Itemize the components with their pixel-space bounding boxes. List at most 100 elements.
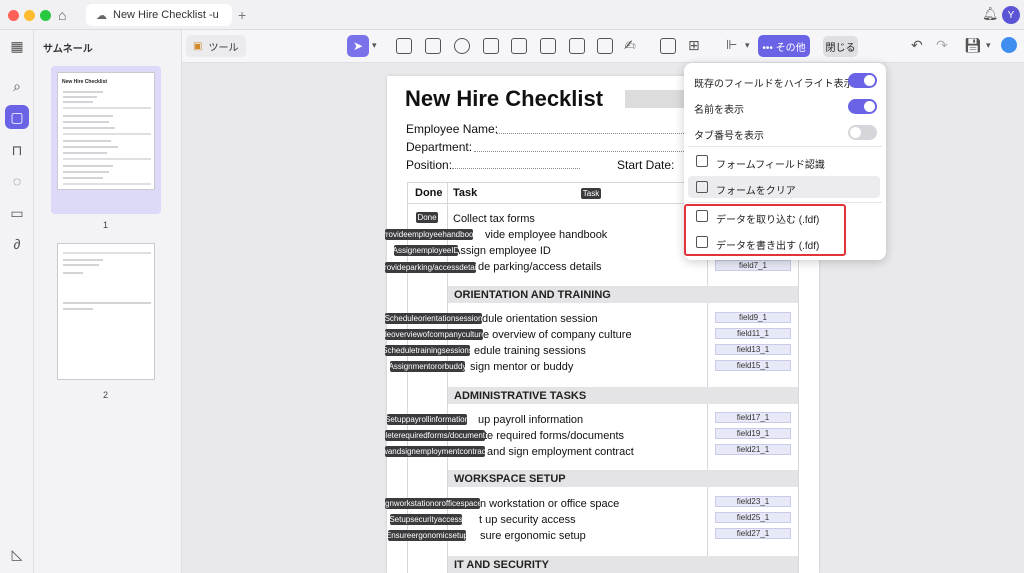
- form-field[interactable]: field27_1: [715, 528, 791, 539]
- text-field-tool-icon[interactable]: [396, 38, 412, 54]
- page-number-1: 1: [103, 220, 109, 230]
- app-logo-icon[interactable]: [1001, 37, 1017, 53]
- field-name-tag[interactable]: wandsignemploymentcontract: [385, 446, 485, 457]
- done-field-tag[interactable]: Done: [416, 212, 438, 223]
- tools-button[interactable]: ▣ ツール: [186, 35, 246, 57]
- field-name-tag[interactable]: Assignmentororbuddy: [390, 361, 465, 372]
- form-field[interactable]: field13_1: [715, 344, 791, 355]
- highlight-box: [684, 204, 846, 256]
- task-text: Collect tax forms: [453, 213, 535, 225]
- form-field[interactable]: field9_1: [715, 312, 791, 323]
- signature-tool-icon[interactable]: ✍: [624, 37, 636, 54]
- field-name-tag[interactable]: deoverviewofcompanyculture: [385, 329, 483, 340]
- start-date-label: Start Date:: [617, 158, 675, 172]
- save-icon[interactable]: 💾︎: [964, 37, 982, 54]
- plus-icon[interactable]: +: [238, 7, 246, 23]
- task-text: n workstation or office space: [480, 498, 620, 510]
- home-icon[interactable]: ⌂: [58, 7, 74, 23]
- task-text: dule orientation session: [482, 313, 598, 325]
- paperclip-icon[interactable]: ∂: [9, 236, 25, 252]
- avatar[interactable]: Y: [1002, 6, 1020, 24]
- col-task: Task: [453, 187, 478, 199]
- date-tool-icon[interactable]: [597, 38, 613, 54]
- department-label: Department:: [406, 140, 473, 154]
- task-field-tag[interactable]: Task: [581, 188, 601, 199]
- form-field[interactable]: field7_1: [715, 260, 791, 271]
- field-name-tag[interactable]: Setupsecurityaccess: [390, 514, 462, 525]
- zoom-window-button[interactable]: [40, 10, 51, 21]
- comment-icon[interactable]: ◌: [9, 173, 25, 189]
- align-chevron-icon[interactable]: ▾: [745, 40, 750, 51]
- layers-icon[interactable]: ◺: [9, 546, 25, 562]
- thumbnail-panel-title: サムネール: [43, 44, 93, 55]
- task-text: e overview of company culture: [483, 329, 632, 341]
- button-tool-icon[interactable]: [540, 38, 556, 54]
- position-label: Position:: [406, 158, 453, 172]
- form-field[interactable]: field15_1: [715, 360, 791, 371]
- field-name-tag[interactable]: Provideparking/accessdetails: [385, 262, 476, 273]
- select-tool-button[interactable]: ➤: [347, 35, 369, 57]
- field-name-tag[interactable]: Ensureergonomicsetup: [388, 530, 466, 541]
- grid-tool-icon[interactable]: ⊞: [688, 37, 700, 54]
- document-tab[interactable]: ☁ New Hire Checklist -u: [86, 4, 232, 26]
- checkbox-tool-icon[interactable]: [425, 38, 441, 54]
- employee-name-label: Employee Name:: [406, 122, 499, 136]
- close-window-button[interactable]: [8, 10, 19, 21]
- highlight-fields-label: 既存のフィールドをハイライト表示: [694, 79, 854, 90]
- form-field[interactable]: field19_1: [715, 428, 791, 439]
- form-field[interactable]: field21_1: [715, 444, 791, 455]
- menu-separator: [688, 146, 882, 147]
- redo-icon[interactable]: ↷: [936, 37, 948, 54]
- menu-item-recognize-fields[interactable]: フォームフィールド認識: [716, 156, 825, 171]
- bell-icon[interactable]: 🔔︎: [982, 6, 999, 22]
- field-name-tag[interactable]: Scheduletrainingsessions: [385, 345, 470, 356]
- form-field[interactable]: field25_1: [715, 512, 791, 523]
- form-field[interactable]: field17_1: [715, 412, 791, 423]
- field-name-tag[interactable]: Scheduleorientationsession: [385, 313, 482, 324]
- close-form-button[interactable]: 閉じる: [823, 36, 858, 57]
- image-tool-icon[interactable]: [569, 38, 585, 54]
- field-name-tag[interactable]: ignworkstationorofficespace: [385, 498, 480, 509]
- bookmark-icon[interactable]: ⊓: [9, 142, 25, 158]
- employee-name-line: [496, 133, 686, 134]
- form-recognition-icon: [696, 155, 708, 167]
- menu-separator: [688, 202, 882, 203]
- minimize-window-button[interactable]: [24, 10, 35, 21]
- task-text: sure ergonomic setup: [480, 530, 586, 542]
- combobox-tool-icon[interactable]: [483, 38, 499, 54]
- copy-tool-icon[interactable]: [660, 38, 676, 54]
- tools-label: ツール: [208, 42, 239, 54]
- chevron-down-icon[interactable]: ▾: [372, 40, 377, 51]
- thumb-title: New Hire Checklist: [62, 79, 108, 85]
- attachment-icon[interactable]: ▭: [9, 205, 25, 221]
- field-name-tag[interactable]: Setuppayrollinformation: [387, 414, 467, 425]
- field-name-tag[interactable]: AssignemployeeID: [394, 245, 458, 256]
- page-thumbnail-2[interactable]: [57, 243, 155, 380]
- position-line: [452, 168, 580, 169]
- field-name-tag[interactable]: pleterequiredforms/documents: [385, 430, 485, 441]
- show-names-toggle[interactable]: [848, 99, 877, 114]
- undo-icon[interactable]: ↶: [911, 37, 923, 54]
- form-field[interactable]: field11_1: [715, 328, 791, 339]
- show-tab-order-toggle[interactable]: [848, 125, 877, 140]
- menu-item-clear-form[interactable]: フォームをクリア: [716, 182, 796, 197]
- task-text: edule training sessions: [474, 345, 586, 357]
- page-thumbnail-1[interactable]: New Hire Checklist: [57, 72, 155, 190]
- cloud-icon: ☁: [96, 9, 107, 22]
- field-name-tag[interactable]: Provideemployeehandbook: [385, 229, 473, 240]
- toolbox-icon: ▣: [193, 40, 203, 52]
- highlight-fields-toggle[interactable]: [848, 73, 877, 88]
- grid-icon[interactable]: ▦: [9, 38, 25, 54]
- save-chevron-icon[interactable]: ▾: [986, 40, 991, 51]
- radio-tool-icon[interactable]: [454, 38, 470, 54]
- cursor-icon: ➤: [352, 39, 364, 53]
- page-icon[interactable]: ▢: [9, 109, 25, 125]
- clear-form-icon: [696, 181, 708, 193]
- form-field[interactable]: field23_1: [715, 496, 791, 507]
- search-icon[interactable]: ⌕: [9, 78, 25, 94]
- task-text: Assign employee ID: [453, 245, 551, 257]
- more-button[interactable]: ••• その他: [758, 35, 810, 57]
- task-text: t up security access: [479, 514, 576, 526]
- listbox-tool-icon[interactable]: [511, 38, 527, 54]
- align-icon[interactable]: ⊩: [726, 37, 737, 53]
